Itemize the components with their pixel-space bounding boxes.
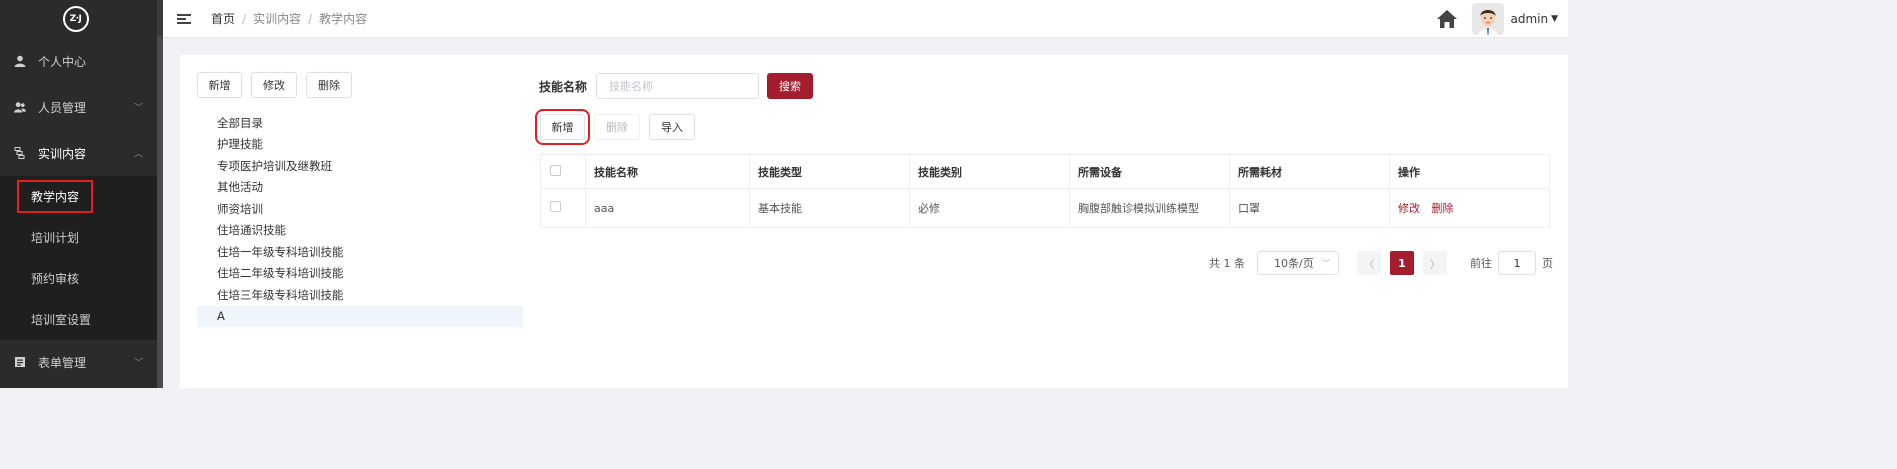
row-delete-link[interactable]: 删除 xyxy=(1432,202,1454,215)
chevron-down-icon: ﹀ xyxy=(1322,258,1330,268)
tree-node[interactable]: 住培二年级专科培训技能 xyxy=(197,263,523,285)
sidebar-item-training-content[interactable]: 实训内容 ︿ xyxy=(0,130,163,176)
tree-delete-button[interactable]: 删除 xyxy=(306,72,352,98)
breadcrumb-home[interactable]: 首页 xyxy=(211,10,235,27)
tree-node[interactable]: 全部目录 xyxy=(197,112,523,134)
page-size-value: 10条/页 xyxy=(1274,257,1314,270)
search-input[interactable] xyxy=(596,73,759,99)
sidebar-item-label: 个人中心 xyxy=(38,54,87,69)
tree-add-button[interactable]: 新增 xyxy=(197,72,242,98)
col-header-consumable: 所需耗材 xyxy=(1229,154,1390,189)
chevron-down-icon: ﹀ xyxy=(133,358,143,369)
sidebar-item-personnel[interactable]: 人员管理 ﹀ xyxy=(0,84,163,130)
breadcrumb-separator: / xyxy=(242,11,247,26)
cell-type: 基本技能 xyxy=(749,188,910,228)
col-header-actions: 操作 xyxy=(1389,154,1550,189)
avatar[interactable] xyxy=(1472,3,1505,35)
sidebar-item-personal-center[interactable]: 个人中心 xyxy=(0,38,163,84)
skills-table: 技能名称 技能类型 技能类别 所需设备 所需耗材 操作 aaa 基本技能 必修 … xyxy=(540,154,1550,228)
submenu-item-training-plan[interactable]: 培训计划 xyxy=(0,217,163,258)
cell-consumable: 口罩 xyxy=(1229,188,1390,228)
page-number-current[interactable]: 1 xyxy=(1390,251,1414,275)
cell-name: aaa xyxy=(585,188,750,228)
search-label: 技能名称 xyxy=(539,80,588,94)
user-name[interactable]: admin xyxy=(1510,12,1548,26)
home-icon[interactable] xyxy=(1436,9,1458,29)
tree-node[interactable]: 住培一年级专科培训技能 xyxy=(197,241,523,263)
col-header-type: 技能类型 xyxy=(749,154,910,189)
table-row: aaa 基本技能 必修 胸腹部触诊模拟训练模型 口罩 修改 删除 xyxy=(540,188,1550,228)
caret-down-icon[interactable]: ▼ xyxy=(1551,14,1558,24)
category-tree: 全部目录 护理技能 专项医护培训及继教班 其他活动 师资培训 住培通识技能 住培… xyxy=(197,112,523,327)
sidebar: Z·J 个人中心 人员管理 ﹀ 实训内容 ︿ 教学内容 培训计划 预约审核 培训… xyxy=(0,0,163,388)
col-header-equipment: 所需设备 xyxy=(1069,154,1230,189)
chevron-down-icon: ﹀ xyxy=(133,103,143,114)
breadcrumb-separator: / xyxy=(308,11,313,26)
select-all-checkbox[interactable] xyxy=(540,154,586,189)
table-header-row: 技能名称 技能类型 技能类别 所需设备 所需耗材 操作 xyxy=(540,154,1550,189)
tree-node[interactable]: 专项医护培训及继教班 xyxy=(197,155,523,177)
prev-page-button[interactable]: 〈 xyxy=(1357,251,1381,275)
col-header-category: 技能类别 xyxy=(909,154,1070,189)
top-header: 首页 / 实训内容 / 教学内容 admin ▼ xyxy=(163,0,1568,38)
form-icon xyxy=(14,356,26,368)
chevron-right-icon: 〉 xyxy=(1430,259,1440,271)
main-card: 新增 修改 删除 全部目录 护理技能 专项医护培训及继教班 其他活动 师资培训 … xyxy=(180,55,1568,388)
pagination: 共 1 条 10条/页 ﹀ 〈 1 〉 前往 页 xyxy=(1209,251,1553,275)
sidebar-item-label: 表单管理 xyxy=(38,355,87,370)
chevron-up-icon: ︿ xyxy=(133,149,143,160)
logo: Z·J xyxy=(62,6,89,32)
goto-suffix: 页 xyxy=(1542,257,1553,270)
sidebar-item-label: 实训内容 xyxy=(38,146,87,161)
cell-actions: 修改 删除 xyxy=(1389,188,1550,228)
tree-node-selected[interactable]: A xyxy=(197,305,523,327)
goto-page-input[interactable] xyxy=(1498,251,1536,275)
sidebar-item-label: 人员管理 xyxy=(38,100,87,115)
breadcrumb-training-content[interactable]: 实训内容 xyxy=(253,10,301,27)
row-checkbox[interactable] xyxy=(540,188,586,228)
search-button[interactable]: 搜索 xyxy=(767,73,813,99)
goto-label: 前往 xyxy=(1470,257,1492,270)
breadcrumb: 首页 / 实训内容 / 教学内容 xyxy=(211,10,367,27)
sidebar-item-form-management[interactable]: 表单管理 ﹀ xyxy=(0,340,163,384)
logo-area: Z·J xyxy=(0,0,163,38)
submenu-item-booking-review[interactable]: 预约审核 xyxy=(0,258,163,299)
tree-node[interactable]: 其他活动 xyxy=(197,177,523,199)
goto-page: 前往 页 xyxy=(1470,251,1553,275)
pagination-total: 共 1 条 xyxy=(1209,257,1245,270)
cell-category: 必修 xyxy=(909,188,1070,228)
tree-node[interactable]: 师资培训 xyxy=(197,198,523,220)
users-icon xyxy=(14,101,26,113)
submenu-training-content: 教学内容 培训计划 预约审核 培训室设置 xyxy=(0,176,163,340)
tree-node[interactable]: 住培三年级专科培训技能 xyxy=(197,284,523,306)
add-skill-button[interactable]: 新增 xyxy=(535,109,590,145)
import-button[interactable]: 导入 xyxy=(649,114,695,140)
tree-node[interactable]: 护理技能 xyxy=(197,134,523,156)
tree-node[interactable]: 住培通识技能 xyxy=(197,220,523,242)
tree-edit-button[interactable]: 修改 xyxy=(251,72,297,98)
chevron-left-icon: 〈 xyxy=(1364,259,1374,271)
submenu-item-room-settings[interactable]: 培训室设置 xyxy=(0,299,163,340)
next-page-button[interactable]: 〉 xyxy=(1423,251,1447,275)
submenu-item-teaching-content[interactable]: 教学内容 xyxy=(0,176,163,217)
user-icon xyxy=(14,55,26,67)
cell-equipment: 胸腹部触诊模拟训练模型 xyxy=(1069,188,1230,228)
breadcrumb-teaching-content: 教学内容 xyxy=(319,12,368,26)
row-edit-link[interactable]: 修改 xyxy=(1398,202,1420,215)
menu-toggle-icon[interactable] xyxy=(177,13,191,24)
book-icon xyxy=(14,147,26,159)
col-header-name: 技能名称 xyxy=(585,154,750,189)
page-size-select[interactable]: 10条/页 ﹀ xyxy=(1257,251,1339,275)
delete-skill-button: 删除 xyxy=(594,114,640,140)
